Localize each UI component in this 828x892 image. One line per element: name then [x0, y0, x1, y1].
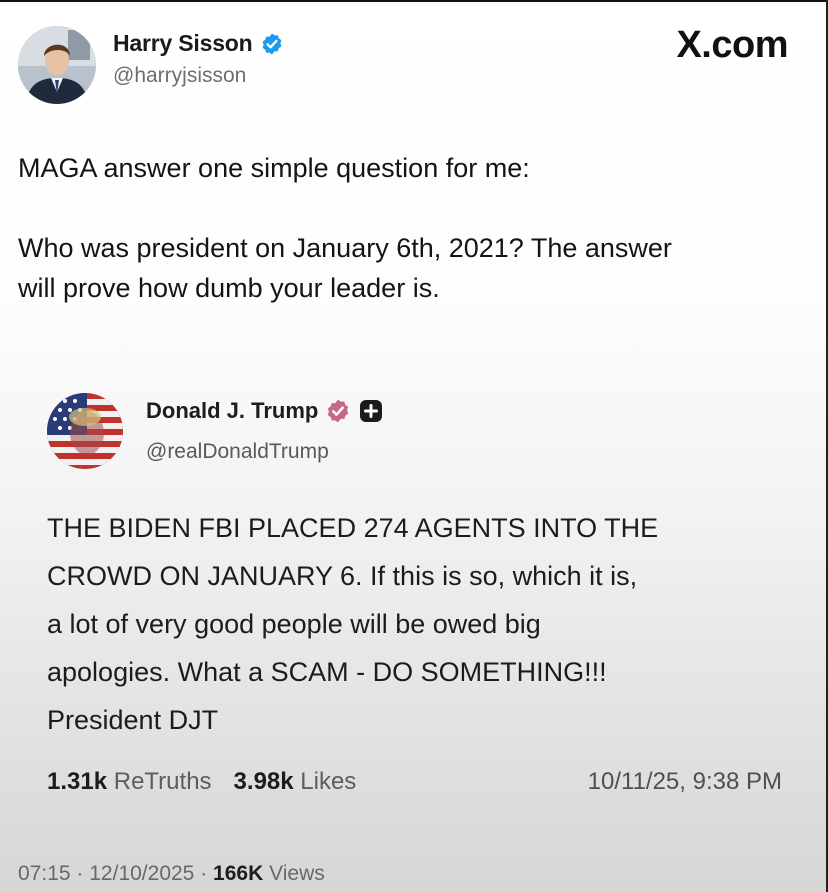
likes-count: 3.98k — [233, 768, 294, 795]
outer-paragraph-2-line-2: will prove how dumb your leader is. — [18, 273, 440, 303]
outer-author-row: Harry Sisson — [113, 30, 284, 57]
retruths-count: 1.31k — [47, 768, 108, 795]
quoted-author-row: Donald J. Trump — [146, 398, 383, 424]
quoted-author-name[interactable]: Donald J. Trump — [146, 398, 318, 424]
meta-separator-1: · — [76, 862, 84, 885]
quoted-line-1: THE BIDEN FBI PLACED 274 AGENTS INTO THE — [47, 513, 659, 543]
views-label: Views — [269, 862, 325, 885]
quoted-author-handle[interactable]: @realDonaldTrump — [146, 440, 329, 464]
likes-label: Likes — [300, 768, 357, 795]
meta-separator-2: · — [200, 862, 208, 885]
views-count: 166K — [213, 862, 264, 885]
tweet-date[interactable]: 12/10/2025 — [89, 862, 194, 885]
outer-paragraph-1: MAGA answer one simple question for me: — [18, 153, 530, 183]
retruths-stat[interactable]: 1.31k ReTruths — [47, 768, 212, 796]
quoted-line-3: a lot of very good people will be owed b… — [47, 609, 541, 639]
top-border — [0, 0, 828, 2]
blue-check-icon — [262, 33, 281, 54]
screenshot-frame: Harry Sisson @harryjsisson X.com MAGA an… — [0, 0, 828, 892]
platform-brand-text: X.com — [676, 24, 788, 66]
outer-author-name[interactable]: Harry Sisson — [113, 30, 253, 57]
outer-paragraph-2-line-1: Who was president on January 6th, 2021? … — [18, 233, 672, 263]
donald-trump-avatar[interactable] — [47, 393, 123, 469]
quoted-line-2: CROWD ON JANUARY 6. If this is so, which… — [47, 561, 638, 591]
tweet-time[interactable]: 07:15 — [18, 862, 71, 885]
quoted-post-text: THE BIDEN FBI PLACED 274 AGENTS INTO THE… — [47, 504, 807, 744]
pink-verified-icon — [328, 399, 349, 423]
harry-sisson-avatar[interactable] — [18, 26, 96, 104]
outer-paragraph-2: Who was president on January 6th, 2021? … — [18, 228, 808, 308]
quoted-line-5: President DJT — [47, 705, 219, 735]
likes-stat[interactable]: 3.98k Likes — [234, 768, 357, 796]
retruths-label: ReTruths — [113, 768, 212, 795]
x-com-logo: X.com — [676, 24, 788, 67]
quoted-line-4: apologies. What a SCAM - DO SOMETHING!!! — [47, 657, 607, 687]
quoted-post-stats: 1.31k ReTruths 3.98k Likes 10/11/25, 9:3… — [47, 768, 782, 796]
outer-tweet-text: MAGA answer one simple question for me: … — [18, 148, 808, 308]
outer-author-handle[interactable]: @harryjsisson — [113, 64, 246, 88]
outer-tweet-meta: 07:15 · 12/10/2025 · 166K Views — [18, 862, 325, 886]
plus-badge-icon — [360, 400, 383, 422]
quoted-post-timestamp: 10/11/25, 9:38 PM — [587, 768, 782, 795]
